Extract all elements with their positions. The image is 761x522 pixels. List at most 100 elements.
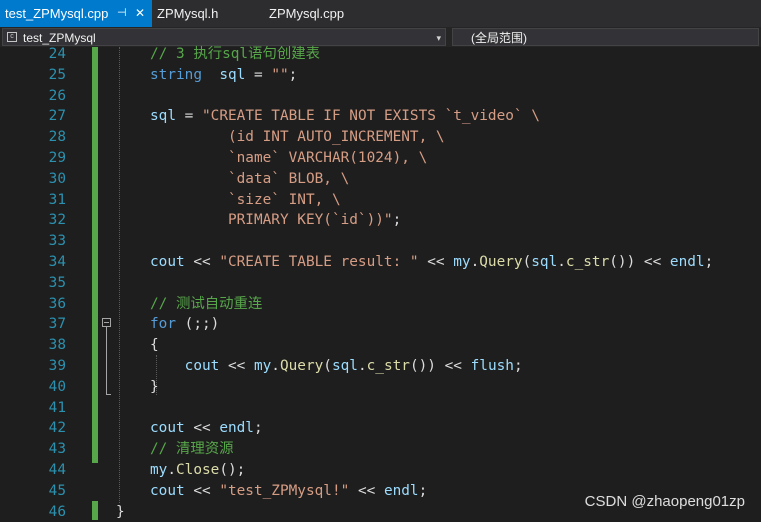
code-token: `name` VARCHAR(1024), \ xyxy=(150,150,428,166)
code-token: endl xyxy=(383,482,419,499)
code-token: flush xyxy=(470,358,514,374)
code-token: cout xyxy=(150,420,185,437)
code-line[interactable]: for (;;) xyxy=(150,314,219,335)
change-bar-bottom xyxy=(92,501,98,520)
code-line[interactable]: } xyxy=(150,377,159,398)
code-token: << xyxy=(219,358,254,374)
code-token: } xyxy=(150,378,159,395)
code-token: ; xyxy=(418,482,428,499)
code-token: Query xyxy=(279,358,324,374)
code-token: sql xyxy=(219,66,246,83)
code-token: ()) << xyxy=(409,358,471,374)
code-token: string xyxy=(150,66,202,83)
code-line[interactable]: string sql = ""; xyxy=(150,65,297,86)
code-line[interactable]: cout << "test_ZPMysql!" << endl; xyxy=(150,481,427,502)
code-line[interactable]: // 清理资源 xyxy=(150,439,234,460)
code-line[interactable]: } xyxy=(116,502,125,522)
code-token: Query xyxy=(479,254,523,270)
code-token: c_str xyxy=(565,254,610,270)
chevron-down-icon: ▾ xyxy=(436,33,441,43)
line-number: 26 xyxy=(48,87,66,104)
line-number: 24 xyxy=(48,46,66,62)
code-token: my xyxy=(453,254,471,270)
code-token: Close xyxy=(176,462,220,478)
code-editor[interactable]: 24 // 3 执行sql语句创建表 25 string sql = ""; 26 27 s… xyxy=(0,44,761,522)
code-token: ; xyxy=(513,358,523,374)
code-line[interactable]: (id INT AUTO_INCREMENT, \ xyxy=(150,127,445,148)
line-number: 25 xyxy=(48,66,66,83)
code-token: ; xyxy=(704,254,714,270)
code-token: for xyxy=(150,316,176,333)
code-line[interactable]: cout << my.Query(sql.c_str()) << flush; xyxy=(150,356,523,377)
code-line[interactable]: { xyxy=(150,335,159,356)
line-number: 35 xyxy=(48,274,66,291)
code-token: // 测试自动重连 xyxy=(150,295,263,312)
fold-end xyxy=(106,394,111,395)
code-token: << xyxy=(349,482,384,499)
code-line[interactable]: `size` INT, \ xyxy=(150,190,341,211)
code-token: (id INT AUTO_INCREMENT, \ xyxy=(150,129,445,146)
line-number: 41 xyxy=(48,399,66,416)
tab-zpmysql-cpp[interactable]: ZPMysql.cpp xyxy=(262,0,372,27)
code-line[interactable]: cout << endl; xyxy=(150,418,263,439)
code-line[interactable]: // 3 执行sql语句创建表 xyxy=(150,44,320,65)
code-token: (); xyxy=(219,462,246,478)
tab-zpmysql-h[interactable]: ZPMysql.h xyxy=(152,0,262,27)
code-token: `data` BLOB, \ xyxy=(150,170,350,187)
code-token: endl xyxy=(219,420,254,437)
code-token: << xyxy=(184,420,220,437)
collapse-icon[interactable] xyxy=(102,318,111,327)
line-number: 38 xyxy=(48,337,66,354)
code-token: "CREATE TABLE IF NOT EXISTS `t_video` \ xyxy=(202,108,540,125)
line-number: 33 xyxy=(48,233,66,250)
code-line[interactable]: my.Close(); xyxy=(150,460,245,481)
code-token: my xyxy=(150,462,168,478)
code-token: endl xyxy=(669,254,705,270)
code-token: cout xyxy=(150,482,185,499)
code-line[interactable]: `name` VARCHAR(1024), \ xyxy=(150,148,427,169)
change-bar-top xyxy=(92,47,98,463)
code-token: = xyxy=(245,66,272,83)
code-token: "test_ZPMysql!" xyxy=(219,482,350,499)
code-line[interactable]: cout << "CREATE TABLE result: " << my.Qu… xyxy=(150,252,713,273)
line-number: 43 xyxy=(48,441,66,458)
code-token: { xyxy=(150,337,159,354)
code-line[interactable]: sql = "CREATE TABLE IF NOT EXISTS `t_vid… xyxy=(150,106,540,127)
code-line[interactable]: `data` BLOB, \ xyxy=(150,169,349,190)
line-number: 37 xyxy=(48,316,66,333)
code-line[interactable]: PRIMARY KEY(`id`))"; xyxy=(150,210,401,231)
code-token: ( xyxy=(522,254,532,270)
code-token: . xyxy=(167,462,176,478)
code-token: << xyxy=(184,254,220,270)
tab-label: ZPMysql.h xyxy=(157,6,219,21)
code-token: cout xyxy=(184,358,220,374)
code-token: `size` INT, \ xyxy=(150,191,341,208)
line-number: 45 xyxy=(48,482,66,499)
code-token: << xyxy=(184,482,220,499)
code-line[interactable]: // 测试自动重连 xyxy=(150,294,262,315)
close-icon[interactable]: ✕ xyxy=(135,0,145,27)
line-number: 30 xyxy=(48,170,66,187)
pin-icon[interactable]: ⊣ xyxy=(117,0,127,27)
watermark: CSDN @zhaopeng01zp xyxy=(584,493,745,510)
code-token: my xyxy=(253,358,272,374)
code-token: ; xyxy=(253,420,263,437)
line-number: 46 xyxy=(48,503,66,520)
code-token: "" xyxy=(271,66,289,83)
code-token: ; xyxy=(288,66,298,83)
line-number: 34 xyxy=(48,254,66,270)
code-token: sql xyxy=(531,254,558,270)
code-token: // 清理资源 xyxy=(150,441,234,458)
tab-test-zpmysql-cpp[interactable]: test_ZPMysql.cpp ⊣ ✕ xyxy=(0,0,152,27)
line-number: 40 xyxy=(48,378,66,395)
code-token: sql xyxy=(331,358,358,374)
code-token: sql xyxy=(150,108,176,125)
line-number: 42 xyxy=(48,420,66,437)
member-dropdown[interactable]: (全局范围) xyxy=(452,28,759,46)
code-token: cout xyxy=(150,254,185,270)
project-icon: c xyxy=(7,32,17,42)
line-number: 32 xyxy=(48,212,66,229)
line-number: 36 xyxy=(48,295,66,312)
